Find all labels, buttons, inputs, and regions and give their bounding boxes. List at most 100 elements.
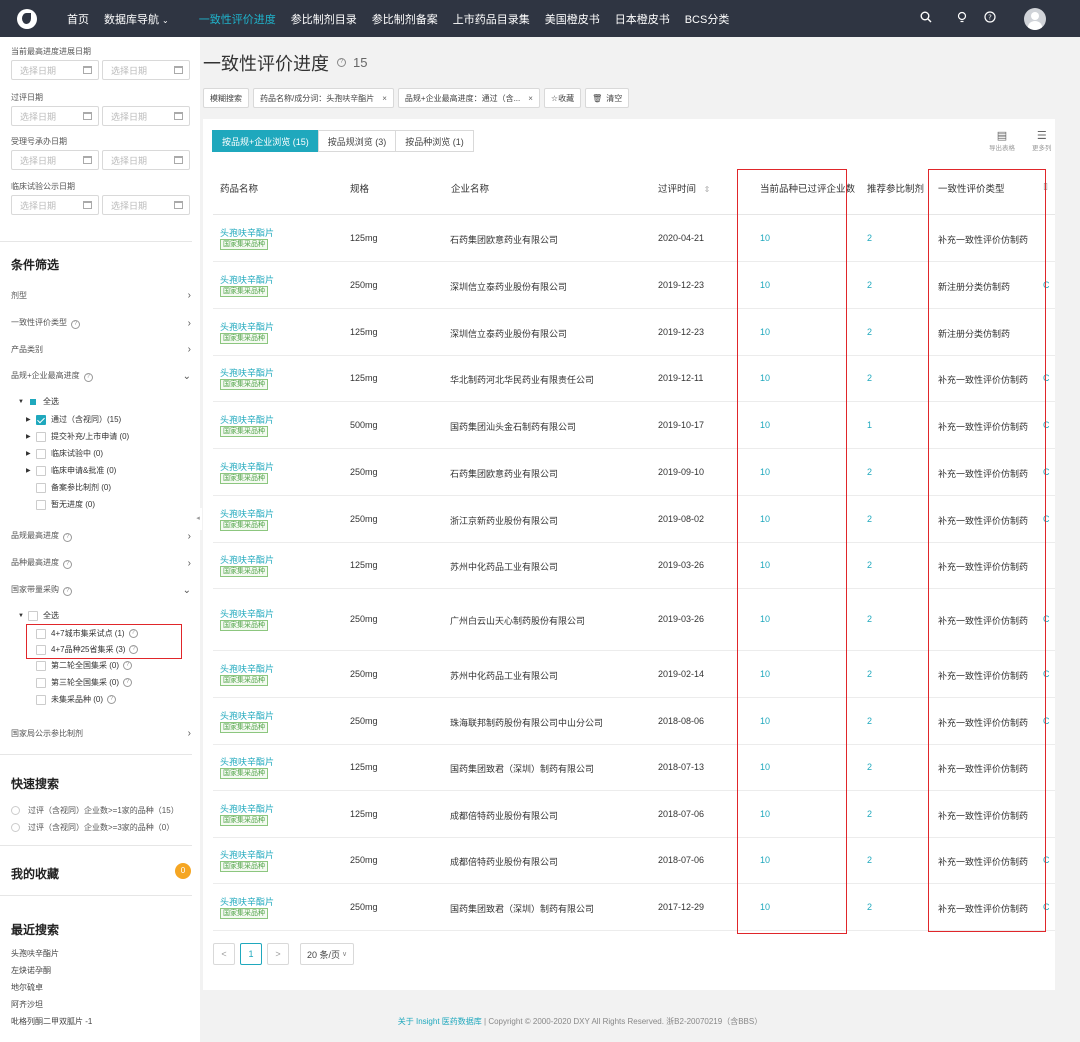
cell-reference-link[interactable]: 2: [867, 809, 872, 819]
drug-name-link[interactable]: 头孢呋辛酯片: [220, 273, 274, 286]
checkbox[interactable]: [36, 677, 46, 688]
help-icon[interactable]: ?: [63, 587, 72, 596]
more-columns-button[interactable]: ☰ 更多列: [1032, 129, 1052, 152]
help-icon[interactable]: ?: [63, 533, 72, 542]
drug-name-link[interactable]: 头孢呋辛酯片: [220, 848, 274, 861]
filter-row[interactable]: 一致性评价类型? ›: [11, 317, 191, 329]
nav-item-8[interactable]: BCS分类: [685, 11, 730, 27]
column-header-company[interactable]: 企业名称: [451, 181, 489, 195]
caret-right-icon[interactable]: ▶: [26, 416, 36, 423]
drug-name-link[interactable]: 头孢呋辛酯片: [220, 507, 274, 520]
caret-right-icon[interactable]: ▶: [26, 433, 36, 440]
nav-item-0[interactable]: 首页: [67, 11, 89, 27]
drug-name-link[interactable]: 头孢呋辛酯片: [220, 709, 274, 722]
checkbox[interactable]: [36, 431, 46, 442]
logo-icon[interactable]: [17, 8, 37, 29]
tree-item-progress[interactable]: ▶ 提交补充/上市申请 (0): [26, 431, 129, 442]
cell-reference-link[interactable]: 2: [867, 280, 872, 290]
tab-view-0[interactable]: 按品规+企业浏览 (15): [212, 130, 319, 152]
checkbox[interactable]: [28, 610, 38, 621]
save-favorite-button[interactable]: ☆收藏: [543, 88, 582, 108]
checkbox[interactable]: [36, 694, 46, 705]
column-header-pass-date[interactable]: 过评时间 ⇕: [658, 181, 710, 195]
recent-search-item[interactable]: 头孢呋辛酯片: [11, 948, 59, 959]
date-start-input[interactable]: 选择日期: [11, 106, 99, 126]
nav-item-2[interactable]: 一致性评价进度: [199, 11, 276, 27]
nav-item-5[interactable]: 上市药品目录集: [453, 11, 530, 27]
caret-right-icon[interactable]: ▶: [26, 450, 36, 457]
checkbox-partial[interactable]: [28, 396, 38, 407]
close-icon[interactable]: ×: [382, 94, 387, 103]
date-end-input[interactable]: 选择日期: [102, 60, 190, 80]
cell-reference-link[interactable]: 2: [867, 327, 872, 337]
drug-name-link[interactable]: 头孢呋辛酯片: [220, 755, 274, 768]
tree-item-progress[interactable]: 暂无进度 (0): [26, 499, 95, 510]
tab-view-1[interactable]: 按品规浏览 (3): [317, 130, 397, 152]
cell-reference-link[interactable]: 2: [867, 669, 872, 679]
drug-name-link[interactable]: 头孢呋辛酯片: [220, 553, 274, 566]
page-number-button[interactable]: 1: [240, 943, 262, 965]
column-header-spec[interactable]: 规格: [350, 181, 369, 195]
help-icon[interactable]: ?: [984, 11, 996, 26]
cell-reference-link[interactable]: 2: [867, 514, 872, 524]
drug-name-link[interactable]: 头孢呋辛酯片: [220, 226, 274, 239]
help-icon[interactable]: ?: [123, 661, 132, 670]
sort-icon[interactable]: ⇕: [704, 185, 711, 194]
drug-name-link[interactable]: 头孢呋辛酯片: [220, 460, 274, 473]
radio-icon[interactable]: [11, 806, 20, 815]
checkbox[interactable]: [36, 660, 46, 671]
drug-name-link[interactable]: 头孢呋辛酯片: [220, 895, 274, 908]
date-end-input[interactable]: 选择日期: [102, 195, 190, 215]
fuzzy-search-button[interactable]: 模糊搜索: [203, 88, 249, 108]
checkbox[interactable]: [36, 465, 46, 476]
help-icon[interactable]: ?: [107, 695, 116, 704]
checkbox-checked[interactable]: [36, 414, 46, 425]
nav-item-3[interactable]: 参比制剂目录: [291, 11, 357, 27]
sidebar-collapse-handle[interactable]: ◂: [194, 508, 202, 530]
column-header-reference[interactable]: 推荐参比制剂: [867, 181, 927, 195]
recent-search-item[interactable]: 阿齐沙坦: [11, 999, 43, 1010]
drug-name-link[interactable]: 头孢呋辛酯片: [220, 366, 274, 379]
quick-search-option[interactable]: 过评（含视同）企业数>=1家的品种（15）: [11, 805, 179, 816]
drug-name-link[interactable]: 头孢呋辛酯片: [220, 802, 274, 815]
search-icon[interactable]: [920, 11, 932, 26]
filter-row[interactable]: 品种最高进度? ›: [11, 557, 191, 569]
avatar[interactable]: [1024, 7, 1046, 30]
prev-page-button[interactable]: <: [213, 943, 235, 965]
filter-row[interactable]: 产品类别 ›: [11, 344, 191, 355]
nav-item-6[interactable]: 美国橙皮书: [545, 11, 600, 27]
filter-tag-progress[interactable]: 品规+企业最高进度：通过（含... ×: [397, 88, 540, 108]
caret-right-icon[interactable]: ▶: [26, 467, 36, 474]
drug-name-link[interactable]: 头孢呋辛酯片: [220, 320, 274, 333]
checkbox[interactable]: [36, 482, 46, 493]
date-start-input[interactable]: 选择日期: [11, 150, 99, 170]
cell-reference-link[interactable]: 1: [867, 420, 872, 430]
cell-reference-link[interactable]: 2: [867, 233, 872, 243]
recent-search-item[interactable]: 左炔诺孕酮: [11, 965, 51, 976]
filter-tag-drug-name[interactable]: 药品名称/成分词：头孢呋辛酯片 ×: [253, 88, 394, 108]
drug-name-link[interactable]: 头孢呋辛酯片: [220, 607, 274, 620]
nav-item-7[interactable]: 日本橙皮书: [615, 11, 670, 27]
tree-item-procurement[interactable]: 未集采品种 (0)?: [36, 694, 116, 705]
tab-view-2[interactable]: 按品种浏览 (1): [395, 130, 474, 152]
cell-reference-link[interactable]: 2: [867, 762, 872, 772]
recent-search-item[interactable]: 地尔硫卓: [11, 982, 43, 993]
nav-item-1[interactable]: 数据库导航 ⌄: [104, 11, 169, 27]
date-start-input[interactable]: 选择日期: [11, 60, 99, 80]
filter-row[interactable]: 品规最高进度? ›: [11, 530, 191, 542]
cell-reference-link[interactable]: 2: [867, 855, 872, 865]
drug-name-link[interactable]: 头孢呋辛酯片: [220, 413, 274, 426]
export-table-button[interactable]: ▤ 导出表格: [989, 129, 1015, 152]
caret-down-icon[interactable]: ▼: [18, 399, 28, 405]
tree-item-progress[interactable]: ▶ 临床试验中 (0): [26, 448, 103, 459]
lightbulb-icon[interactable]: [956, 11, 968, 26]
nav-item-4[interactable]: 参比制剂备案: [372, 11, 438, 27]
filter-reference-drug[interactable]: 国家局公示参比制剂 ›: [11, 728, 191, 739]
date-end-input[interactable]: 选择日期: [102, 106, 190, 126]
tree-item-procurement[interactable]: 第二轮全国集采 (0)?: [36, 660, 132, 671]
filter-row[interactable]: 国家带量采购? ⌄: [11, 584, 191, 596]
cell-reference-link[interactable]: 2: [867, 373, 872, 383]
quick-search-option[interactable]: 过评（含视同）企业数>=3家的品种（0）: [11, 822, 174, 833]
tree-item-progress[interactable]: ▶ 临床申请&批准 (0): [26, 465, 116, 476]
checkbox[interactable]: [36, 448, 46, 459]
